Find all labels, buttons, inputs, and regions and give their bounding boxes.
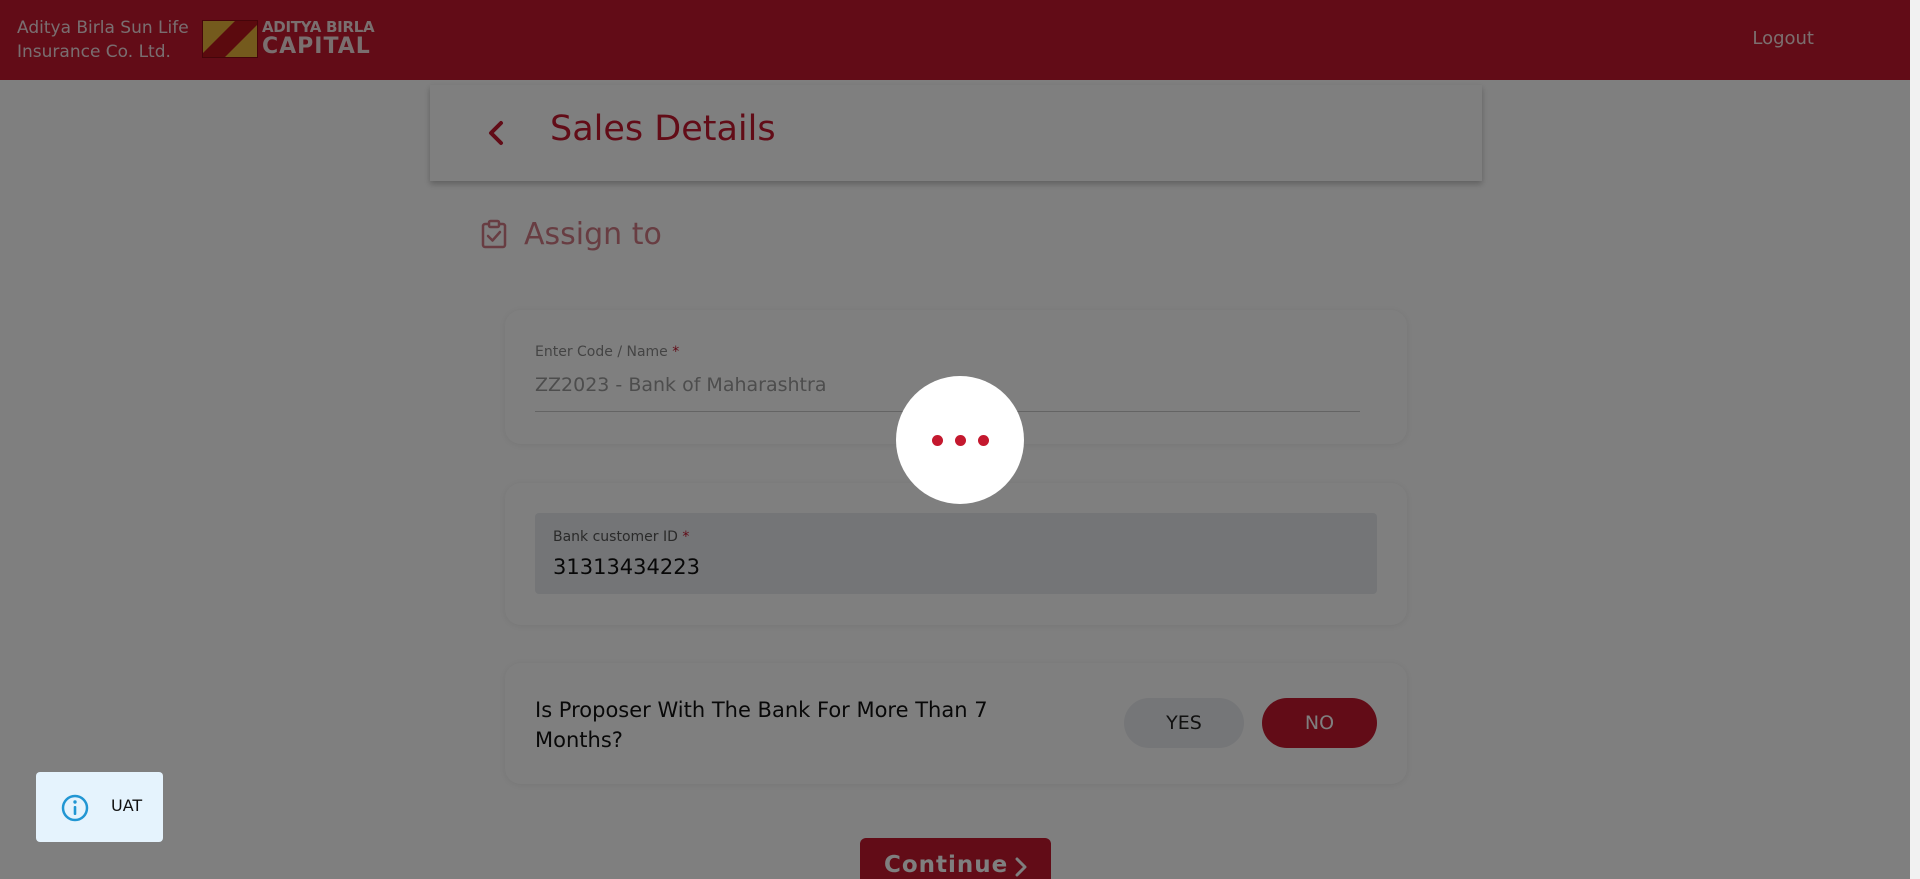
info-icon: [61, 794, 89, 822]
loader-dot: [978, 435, 989, 446]
loading-overlay: [0, 0, 1910, 879]
loading-spinner: [896, 376, 1024, 504]
loader-dot: [932, 435, 943, 446]
environment-label: UAT: [111, 796, 143, 815]
environment-badge: UAT: [36, 772, 163, 842]
page-scrollbar[interactable]: [1910, 0, 1920, 879]
loader-dot: [955, 435, 966, 446]
